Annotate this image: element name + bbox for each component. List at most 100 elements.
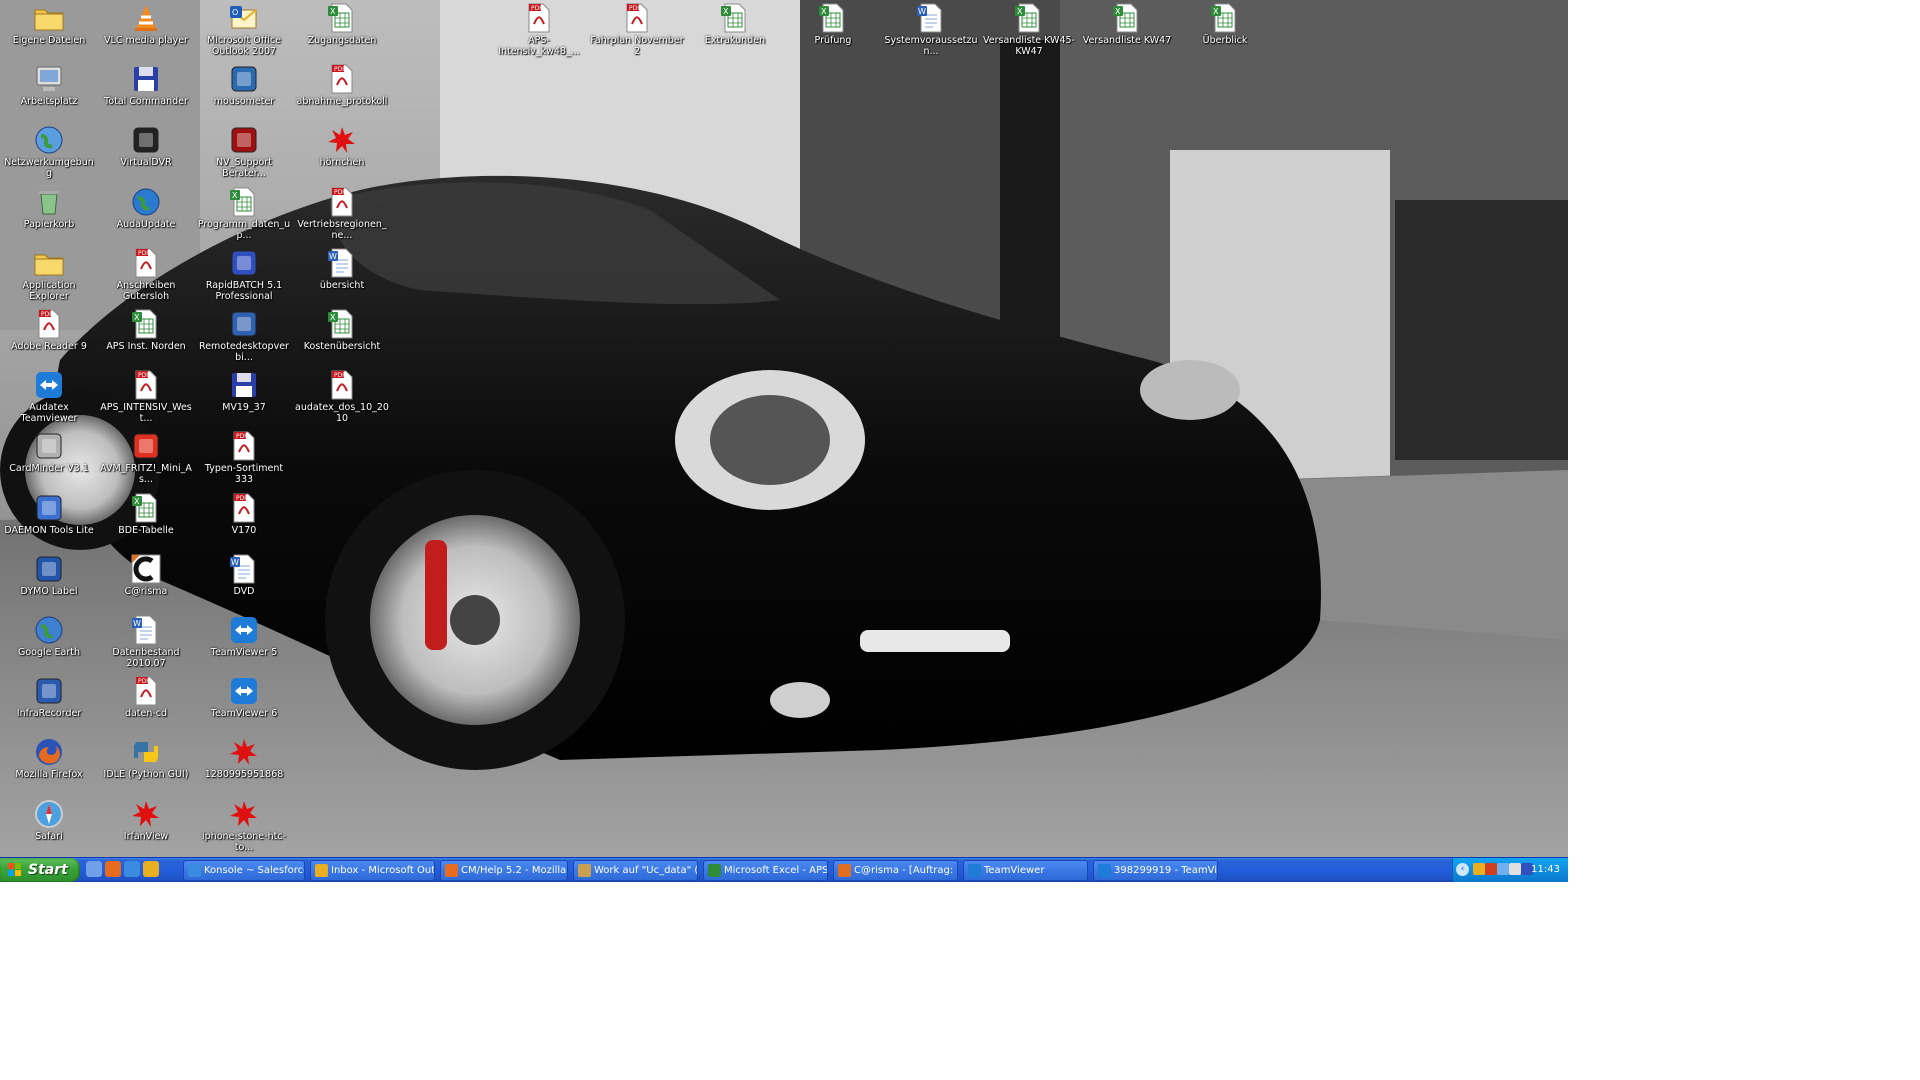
desktop-icon[interactable]: Mozilla Firefox	[0, 736, 98, 780]
desktop-icon[interactable]: X Programm_daten_up...	[195, 186, 293, 241]
desktop-icon[interactable]: PDF Typen-Sortiment 333	[195, 430, 293, 485]
svg-text:PDF: PDF	[334, 189, 346, 196]
desktop-icon[interactable]: Total Commander	[97, 63, 195, 107]
desktop-icon[interactable]: InfraRecorder	[0, 675, 98, 719]
taskbar-button[interactable]: CM/Help 5.2 - Mozilla ...	[440, 860, 568, 881]
desktop-icon[interactable]: O Microsoft Office Outlook 2007	[195, 2, 293, 57]
desktop-icon[interactable]: AudaUpdate	[97, 186, 195, 230]
desktop-icon[interactable]: X Prüfung	[784, 2, 882, 46]
desktop-icon[interactable]: X Versandliste KW47	[1078, 2, 1176, 46]
desktop-icon[interactable]: hörnchen	[293, 124, 391, 168]
desktop-icon[interactable]: Safari	[0, 798, 98, 842]
desktop-icon-label: APS-Intensiv_kw48_...	[498, 35, 580, 57]
desktop-icon[interactable]: RapidBATCH 5.1 Professional	[195, 247, 293, 302]
desktop-icon[interactable]: AVM_FRITZ!_Mini_As...	[97, 430, 195, 485]
desktop-icon[interactable]: Arbeitsplatz	[0, 63, 98, 107]
desktop-icon[interactable]: C@risma	[97, 553, 195, 597]
pdf-file-icon: PDF	[228, 430, 260, 462]
desktop-icon[interactable]: Remotedesktopverbi...	[195, 308, 293, 363]
desktop-icon[interactable]: VirtualDVR	[97, 124, 195, 168]
outlook-tray-icon[interactable]	[1473, 863, 1485, 875]
desktop-icon[interactable]: W DVD	[195, 553, 293, 597]
desktop-icon[interactable]: W Datenbestand 2010.07	[97, 614, 195, 669]
desktop-icon[interactable]: X BDE-Tabelle	[97, 492, 195, 536]
desktop-icon-label: Programm_daten_up...	[197, 218, 291, 241]
desktop-icon[interactable]: 1280995951868	[195, 736, 293, 780]
start-button[interactable]: Start	[0, 858, 80, 882]
desktop-icon[interactable]: PDF Adobe Reader 9	[0, 308, 98, 352]
volume-tray-icon[interactable]	[1509, 863, 1521, 875]
shield-tray-icon[interactable]	[1485, 863, 1497, 875]
desktop-icon[interactable]: TeamViewer 6	[195, 675, 293, 719]
desktop-icon[interactable]: PDF abnahme_protokoll	[293, 63, 391, 107]
desktop[interactable]: Eigene Dateien Arbeitsplatz Netzwerkumgebu…	[0, 0, 1568, 857]
desktop-icon[interactable]: PDF Vertriebsregionen_ne...	[293, 186, 391, 241]
desktop-icon[interactable]: PDF APS_INTENSIV_West...	[97, 369, 195, 424]
teamviewer-icon	[33, 369, 65, 401]
desktop-icon[interactable]: VLC media player	[97, 2, 195, 46]
internet-explorer-icon[interactable]	[124, 861, 140, 877]
desktop-icon[interactable]: Netzwerkumgebung	[0, 124, 98, 179]
desktop-icon[interactable]: PDF Fahrplan November 2	[588, 2, 686, 57]
pdf-file-icon: PDF	[523, 2, 555, 34]
desktop-icon[interactable]: mousometer	[195, 63, 293, 107]
desktop-icon[interactable]: CardMinder V3.1	[0, 430, 98, 474]
word-file-icon: W	[915, 2, 947, 34]
desktop-icon[interactable]: PDF APS-Intensiv_kw48_...	[490, 2, 588, 57]
desktop-icon[interactable]: X Extrakunden	[686, 2, 784, 46]
taskbar-button[interactable]: Microsoft Excel - APS...	[703, 860, 828, 881]
desktop-icon[interactable]: Eigene Dateien	[0, 2, 98, 46]
taskbar-button-label: Inbox - Microsoft Out...	[331, 865, 435, 876]
desktop-icon[interactable]: W Systemvoraussetzun...	[882, 2, 980, 57]
show-desktop-icon[interactable]	[86, 861, 102, 877]
network-tray-icon[interactable]	[1497, 863, 1509, 875]
desktop-icon[interactable]: iphone-stone-htc-to...	[195, 798, 293, 853]
desktop-icon[interactable]: X Zugangsdaten	[293, 2, 391, 46]
svg-text:W: W	[329, 252, 337, 261]
desktop-icon[interactable]: PDF Anschreiben Gutersloh	[97, 247, 195, 302]
desktop-icon[interactable]: DYMO Label	[0, 553, 98, 597]
desktop-icon[interactable]: X Kostenübersicht	[293, 308, 391, 352]
outlook-icon[interactable]	[143, 861, 159, 877]
taskbar-button[interactable]: Konsole ~ Salesforce ...	[183, 860, 305, 881]
desktop-icon[interactable]: Application Explorer	[0, 247, 98, 302]
taskbar-button[interactable]: TeamViewer	[963, 860, 1088, 881]
desktop-icon[interactable]: IDLE (Python GUI)	[97, 736, 195, 780]
desktop-icon[interactable]: PDF V170	[195, 492, 293, 536]
firefox-icon[interactable]	[105, 861, 121, 877]
desktop-icon[interactable]: Google Earth	[0, 614, 98, 658]
mousometer-icon	[228, 63, 260, 95]
desktop-icon[interactable]: PDF daten-cd	[97, 675, 195, 719]
firefox-icon	[33, 736, 65, 768]
desktop-icon[interactable]: X Überblick	[1176, 2, 1274, 46]
teamviewer-icon	[968, 864, 981, 877]
desktop-icon[interactable]: X APS Inst. Norden	[97, 308, 195, 352]
desktop-icon[interactable]: NV_Support Berater...	[195, 124, 293, 179]
desktop-icon[interactable]: Wübersicht	[293, 247, 391, 291]
desktop-icon-label: InfraRecorder	[16, 708, 82, 720]
desktop-icon-label: CardMinder V3.1	[9, 463, 89, 475]
desktop-icon-label: DVD	[233, 585, 255, 597]
svg-text:O: O	[232, 8, 238, 17]
desktop-icon-label: AVM_FRITZ!_Mini_As...	[100, 463, 192, 486]
svg-text:PDF: PDF	[138, 678, 150, 685]
desktop-icon[interactable]: Audatex Teamviewer	[0, 369, 98, 424]
desktop-icon[interactable]: MV19_37	[195, 369, 293, 413]
taskbar-button[interactable]: Work auf "Uc_data" (...	[573, 860, 698, 881]
desktop-icon-label: audatex_dos_10_2010	[295, 402, 389, 425]
desktop-icon[interactable]: X Versandliste KW45-KW47	[980, 2, 1078, 57]
desktop-icon-label: TeamViewer 6	[210, 708, 278, 720]
desktop-icon[interactable]: TeamViewer 5	[195, 614, 293, 658]
clock[interactable]: 11:43	[1531, 858, 1560, 882]
nv-support-icon	[228, 124, 260, 156]
taskbar-button[interactable]: Inbox - Microsoft Out...	[310, 860, 435, 881]
tray-expand-icon[interactable]: ‹	[1456, 863, 1469, 876]
desktop-icon[interactable]: IrfanView	[97, 798, 195, 842]
desktop-icon-label: DAEMON Tools Lite	[4, 524, 94, 536]
desktop-icon[interactable]: PDF audatex_dos_10_2010	[293, 369, 391, 424]
desktop-icon[interactable]: DAEMON Tools Lite	[0, 492, 98, 536]
taskbar-button[interactable]: 398299919 - TeamVie...	[1093, 860, 1218, 881]
taskbar-button[interactable]: C@risma - [Auftrag: 5]	[833, 860, 958, 881]
desktop-icon-label: MV19_37	[222, 402, 266, 414]
desktop-icon[interactable]: Papierkorb	[0, 186, 98, 230]
